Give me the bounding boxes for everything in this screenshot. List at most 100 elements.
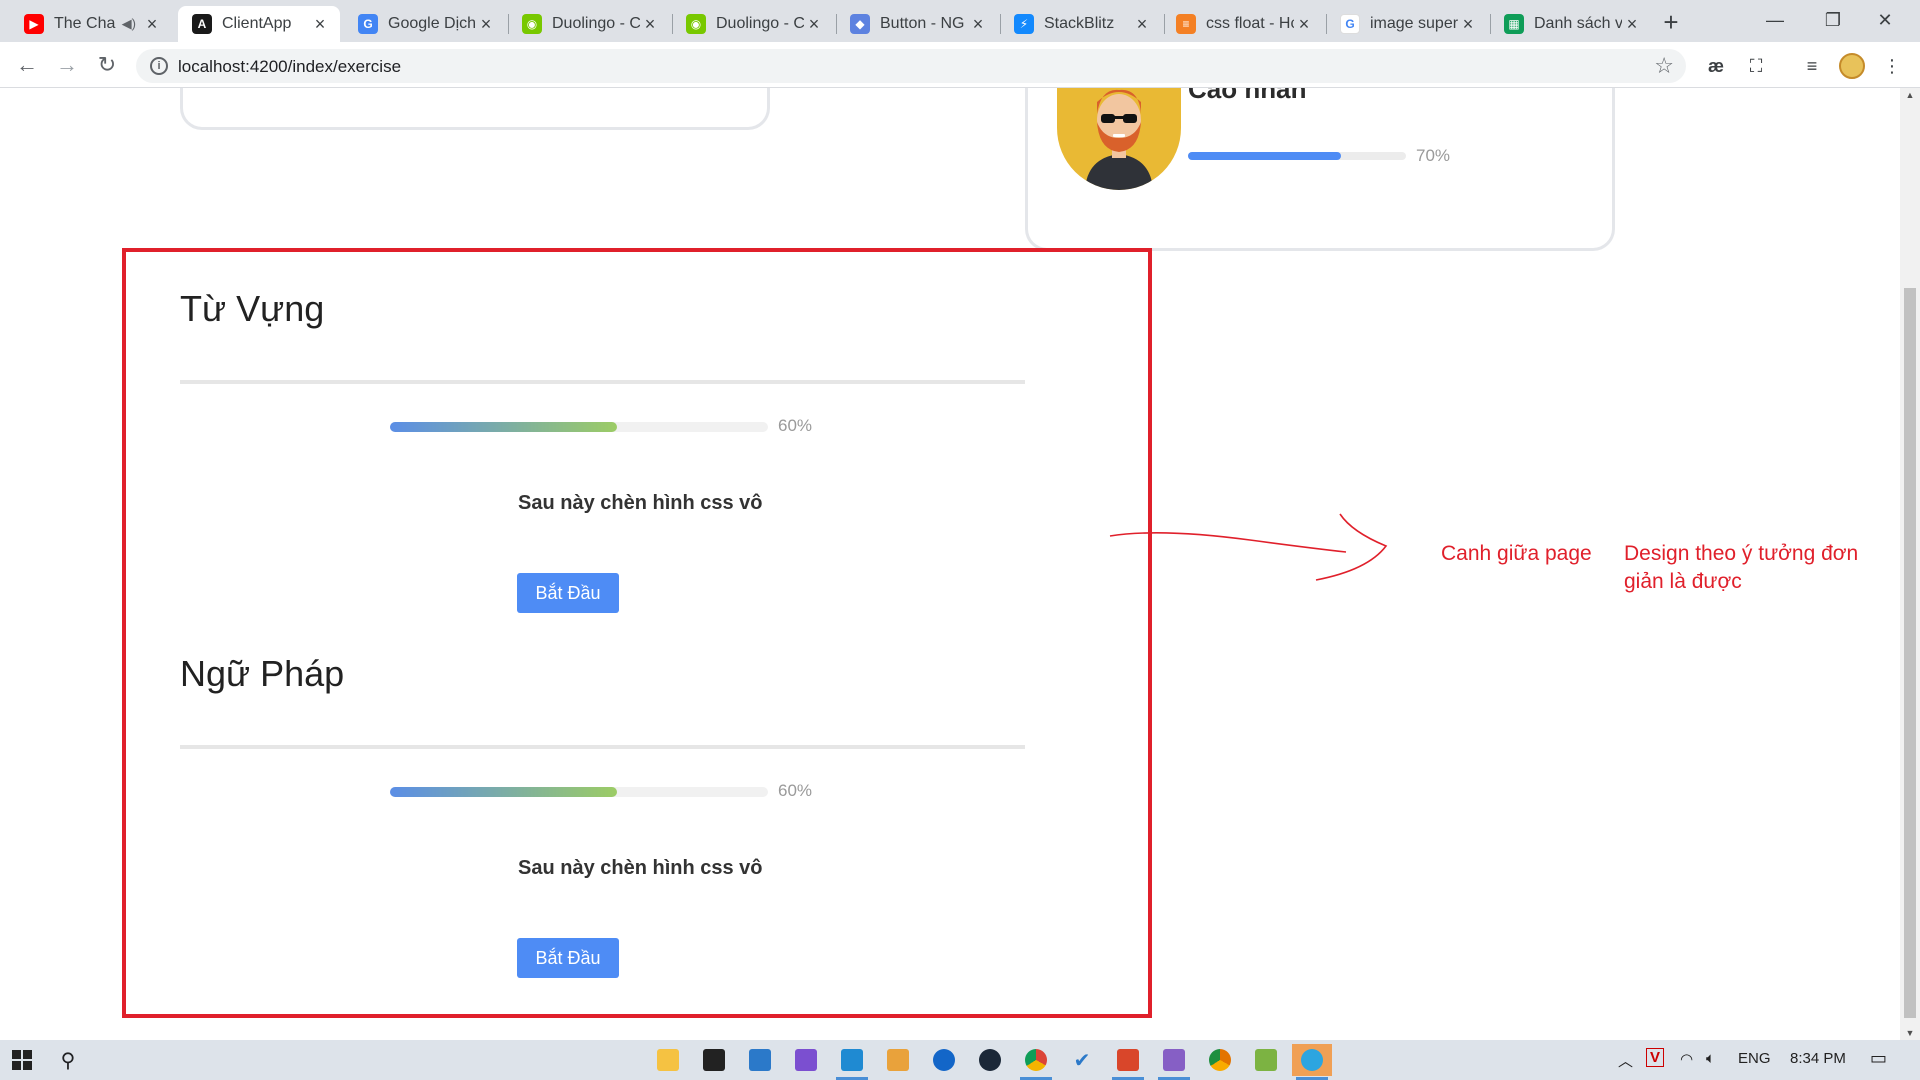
close-window-button[interactable]: ✕ <box>1862 4 1908 36</box>
vocabulary-placeholder-text: Sau này chèn hình css vô <box>518 492 763 514</box>
grammar-start-button[interactable]: Bắt Đầu <box>517 938 619 978</box>
browser-tab[interactable]: ▦ Danh sách v × <box>1490 6 1652 42</box>
close-tab-icon[interactable]: × <box>1622 14 1642 34</box>
close-tab-icon[interactable]: × <box>640 14 660 34</box>
chrome-canary-icon[interactable] <box>1200 1044 1240 1076</box>
vocabulary-start-button[interactable]: Bắt Đầu <box>517 573 619 613</box>
profile-avatar-icon[interactable] <box>1836 50 1868 82</box>
browser-tab[interactable]: ◆ Button - NG × <box>836 6 998 42</box>
grammar-placeholder-text: Sau này chèn hình css vô <box>518 857 763 879</box>
reload-icon[interactable]: ↻ <box>90 48 124 82</box>
tab-title: image super <box>1370 15 1458 32</box>
close-tab-icon[interactable]: × <box>1294 14 1314 34</box>
close-tab-icon[interactable]: × <box>310 14 330 34</box>
angular-icon: A <box>192 14 212 34</box>
close-tab-icon[interactable]: × <box>1458 14 1478 34</box>
site-info-icon[interactable]: i <box>150 57 168 75</box>
browser-tab[interactable]: ◉ Duolingo - C × <box>508 6 670 42</box>
tab-title: Danh sách v <box>1534 15 1622 32</box>
wifi-icon[interactable]: ◠ <box>1680 1050 1693 1068</box>
section-divider <box>180 380 1025 384</box>
back-icon[interactable]: ← <box>10 48 44 82</box>
close-tab-icon[interactable]: × <box>804 14 824 34</box>
browser-tab[interactable]: A ClientApp × <box>178 6 340 42</box>
scroll-down-icon[interactable]: ▼ <box>1905 1028 1915 1038</box>
section-title-vocabulary: Từ Vựng <box>180 288 325 329</box>
telegram-icon[interactable] <box>1292 1044 1332 1080</box>
close-tab-icon[interactable]: × <box>476 14 496 34</box>
browser-tab[interactable]: Gimage super × <box>1326 6 1488 42</box>
vocabulary-progress-bar <box>390 422 768 432</box>
store-icon[interactable] <box>694 1044 734 1076</box>
chrome-icon[interactable] <box>1016 1044 1056 1080</box>
brave-icon[interactable] <box>1108 1044 1148 1080</box>
mail-icon[interactable] <box>740 1044 780 1076</box>
maps-icon[interactable] <box>924 1044 964 1076</box>
search-icon[interactable]: ⚲ <box>48 1044 88 1076</box>
clock[interactable]: 8:34 PM <box>1790 1050 1846 1067</box>
windows-start-icon[interactable] <box>2 1044 42 1076</box>
page-viewport: Cao nhân 70% Từ Vựng 60% Sau này chèn hì… <box>0 88 1900 1040</box>
section-divider <box>180 745 1025 749</box>
volume-icon[interactable]: 🔈︎ <box>1706 1050 1715 1067</box>
duolingo-icon: ◉ <box>522 14 542 34</box>
media-control-icon[interactable]: ≡ <box>1796 50 1828 82</box>
tab-title: Button - NG <box>880 15 965 32</box>
visual-studio-icon[interactable] <box>786 1044 826 1076</box>
profile-progress-bar <box>1188 152 1406 160</box>
tab-title: Duolingo - C <box>552 15 640 32</box>
browser-tab[interactable]: G Google Dịch × <box>344 6 506 42</box>
visual-studio-2-icon[interactable] <box>1154 1044 1194 1080</box>
profile-name: Cao nhân <box>1188 88 1307 104</box>
duolingo-icon: ◉ <box>686 14 706 34</box>
todo-icon[interactable]: ✔ <box>1062 1044 1102 1076</box>
scrollbar-thumb[interactable] <box>1904 288 1916 1018</box>
browser-tab[interactable]: ⚡ StackBlitz × <box>1000 6 1162 42</box>
tab-title: Google Dịch <box>388 15 476 32</box>
minimize-button[interactable]: — <box>1752 4 1798 36</box>
notepad-icon[interactable] <box>1246 1044 1286 1076</box>
new-tab-button[interactable]: + <box>1656 8 1686 38</box>
google-translate-icon: G <box>358 14 378 34</box>
profile-progress-label: 70% <box>1416 146 1451 165</box>
browser-tab[interactable]: ≡ css float - Hc × <box>1162 6 1324 42</box>
close-tab-icon[interactable]: × <box>1132 14 1152 34</box>
restore-button[interactable]: ❐ <box>1810 4 1856 36</box>
address-bar[interactable]: i localhost:4200/index/exercise ☆ <box>136 49 1686 83</box>
section-title-grammar: Ngữ Pháp <box>180 653 345 694</box>
browser-menu-icon[interactable]: ⋮ <box>1876 50 1908 82</box>
tab-audio-icon[interactable]: ◀) <box>122 16 136 32</box>
language-indicator[interactable]: ENG <box>1738 1050 1771 1067</box>
bookmark-star-icon[interactable]: ☆ <box>1654 53 1674 79</box>
tab-title: ClientApp <box>222 15 292 32</box>
close-tab-icon[interactable]: × <box>968 14 988 34</box>
browser-tab[interactable]: ▶ The Cha ◀) × <box>10 6 172 42</box>
sheets-icon: ▦ <box>1504 14 1524 34</box>
tab-title: StackBlitz <box>1044 15 1115 32</box>
url-text[interactable]: localhost:4200/index/exercise <box>178 57 401 77</box>
grammar-progress-fill <box>390 787 617 797</box>
google-icon: G <box>1340 14 1360 34</box>
close-tab-icon[interactable]: × <box>142 14 162 34</box>
screenshot-extension-icon[interactable]: ⛶ <box>1740 50 1772 82</box>
vscode-icon[interactable] <box>832 1044 872 1080</box>
scroll-up-icon[interactable]: ▲ <box>1905 90 1915 100</box>
extension-ae-icon[interactable]: æ <box>1700 50 1732 82</box>
stackblitz-icon: ⚡ <box>1014 14 1034 34</box>
red-annotation-frame <box>122 248 1152 1018</box>
forward-icon[interactable]: → <box>50 48 84 82</box>
notification-icon[interactable]: ▭ <box>1870 1048 1887 1069</box>
steam-icon[interactable] <box>970 1044 1010 1076</box>
snipping-tool-icon[interactable] <box>878 1044 918 1076</box>
file-explorer-icon[interactable] <box>648 1044 688 1076</box>
tab-title: Duolingo - C <box>716 15 804 32</box>
tray-expand-icon[interactable]: ︿ <box>1618 1050 1633 1071</box>
ng-zorro-icon: ◆ <box>850 14 870 34</box>
browser-tab-strip: ▶ The Cha ◀) × A ClientApp × G Google Dịch × ◉ Duol… <box>0 0 1920 42</box>
center-page-note: Canh giữa page <box>1441 542 1592 565</box>
browser-tab[interactable]: ◉ Duolingo - C × <box>672 6 834 42</box>
vivaldi-tray-icon[interactable]: V <box>1646 1048 1665 1067</box>
page-scrollbar[interactable]: ▲ ▼ <box>1900 88 1920 1040</box>
profile-progress-fill <box>1188 152 1341 160</box>
browser-toolbar: ← → ↻ i localhost:4200/index/exercise ☆ … <box>0 42 1920 88</box>
